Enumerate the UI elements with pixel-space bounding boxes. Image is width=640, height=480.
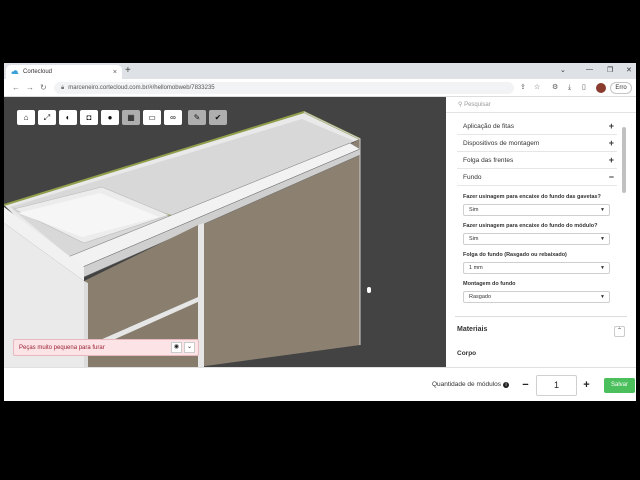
field-label: Folga do fundo (Rasgado ou rebaixado)	[463, 252, 567, 258]
search-input[interactable]: ⚲ Pesquisar	[446, 97, 636, 113]
expand-icon[interactable]: +	[609, 121, 617, 131]
location-pin-icon: ●	[107, 113, 113, 122]
avatar[interactable]	[596, 83, 606, 93]
tab-close-icon[interactable]: ×	[113, 69, 117, 76]
expand-icon[interactable]: +	[609, 138, 617, 148]
chevron-up-icon[interactable]: ⌃	[614, 326, 625, 337]
tab-title: Cortecloud	[23, 69, 53, 75]
url-text: marceneiro.cortecloud.com.br/#/hellomobw…	[68, 85, 215, 91]
forward-icon[interactable]: →	[26, 82, 34, 94]
field-label: Fazer usinagem para encaixe do fundo do …	[463, 223, 598, 229]
profile-error-button[interactable]: Erro	[610, 82, 632, 94]
viewer-toolbar: ⌂ ⤢ ◐ ◘ ● ▦ ▭ ∞ ✎ ✔	[17, 110, 227, 125]
camera-icon: ◘	[86, 113, 92, 122]
save-button[interactable]: Salvar	[604, 378, 635, 393]
expand-icon[interactable]: +	[609, 155, 617, 165]
maximize-icon[interactable]: ❐	[607, 66, 613, 74]
back-icon[interactable]: ←	[12, 82, 20, 94]
tool-fullscreen[interactable]: ⤢	[38, 110, 56, 125]
chevron-down-icon: ▼	[600, 294, 605, 300]
grid-icon: ▦	[127, 113, 135, 122]
section-label: Aplicação de fitas	[463, 122, 514, 130]
tab-bar: Cortecloud × + ⌄ — ❐ ✕	[4, 63, 636, 79]
tab-search-icon[interactable]: ⌄	[560, 66, 566, 74]
tool-check[interactable]: ✔	[209, 110, 227, 125]
divider	[455, 316, 627, 317]
section-aplicacao-de-fitas[interactable]: Aplicação de fitas +	[457, 118, 617, 135]
select-fundo-gavetas[interactable]: Sim ▼	[463, 204, 610, 216]
puzzle-extension-icon[interactable]: ⚙	[552, 83, 558, 93]
mouse-cursor-icon	[367, 287, 371, 293]
collapse-icon[interactable]: −	[609, 172, 617, 182]
info-icon[interactable]: i	[503, 382, 510, 388]
new-tab-button[interactable]: +	[125, 65, 131, 77]
materials-title: Materiais	[457, 326, 488, 333]
tool-contrast[interactable]: ◐	[59, 110, 77, 125]
select-value: Sim	[469, 236, 479, 242]
warning-banner: Peças muito pequena para furar ◉ ⌄	[13, 339, 199, 356]
search-placeholder: Pesquisar	[464, 102, 491, 108]
cabinet-3d-model[interactable]	[4, 97, 446, 367]
browser-window: Cortecloud × + ⌄ — ❐ ✕ ← → ↻ 🔒︎ marceneir…	[4, 63, 636, 401]
select-value: 1 mm	[469, 265, 483, 271]
address-bar: ← → ↻ 🔒︎ marceneiro.cortecloud.com.br/#/h…	[4, 79, 636, 97]
browser-tab[interactable]: Cortecloud ×	[6, 65, 122, 79]
lock-icon: 🔒︎	[61, 85, 65, 91]
select-folga-fundo[interactable]: 1 mm ▼	[463, 262, 610, 274]
pencil-icon: ✎	[193, 113, 201, 122]
warning-text: Peças muito pequena para furar	[19, 344, 105, 351]
share-icon[interactable]: ⇪	[520, 83, 526, 93]
3d-viewport[interactable]: ⌂ ⤢ ◐ ◘ ● ▦ ▭ ∞ ✎ ✔ Peças muito pequena …	[4, 97, 446, 367]
field-label: Montagem do fundo	[463, 281, 516, 287]
tool-glasses[interactable]: ∞	[164, 110, 182, 125]
panel-scrollbar[interactable]	[622, 127, 626, 193]
section-dispositivos-de-montagem[interactable]: Dispositivos de montagem +	[457, 135, 617, 152]
tool-tray[interactable]: ▭	[143, 110, 161, 125]
check-icon: ✔	[214, 113, 222, 122]
select-value: Rasgado	[469, 294, 492, 300]
field-label: Fazer usinagem para encaixe do fundo das…	[463, 194, 601, 200]
quantity-label-text: Quantidade de módulos	[432, 381, 502, 388]
section-label: Folga das frentes	[463, 156, 514, 164]
minimize-icon[interactable]: —	[586, 66, 593, 73]
decrement-button[interactable]: −	[517, 377, 534, 394]
select-fundo-modulo[interactable]: Sim ▼	[463, 233, 610, 245]
home-icon: ⌂	[23, 113, 29, 122]
chevron-down-icon: ▼	[600, 207, 605, 213]
chevron-down-icon[interactable]: ⌄	[184, 342, 195, 353]
cloud-favicon-icon	[11, 70, 19, 74]
eye-icon[interactable]: ◉	[171, 342, 182, 353]
bottom-bar: Quantidade de módulos i − 1 + Salvar	[4, 367, 636, 401]
select-value: Sim	[469, 207, 479, 213]
fullscreen-icon: ⤢	[43, 112, 51, 122]
quantity-input[interactable]: 1	[536, 375, 577, 396]
properties-panel: ⚲ Pesquisar Aplicação de fitas + Disposit…	[446, 97, 636, 367]
corpo-label: Corpo	[457, 350, 477, 357]
tool-home[interactable]: ⌂	[17, 110, 35, 125]
section-folga-das-frentes[interactable]: Folga das frentes +	[457, 152, 617, 169]
section-label: Fundo	[463, 173, 482, 181]
quantity-label: Quantidade de módulos i	[432, 381, 510, 388]
contrast-icon: ◐	[65, 113, 71, 122]
tool-grid[interactable]: ▦	[122, 110, 140, 125]
section-fundo[interactable]: Fundo −	[457, 169, 617, 186]
increment-button[interactable]: +	[578, 377, 595, 394]
chevron-down-icon: ▼	[600, 236, 605, 242]
close-window-icon[interactable]: ✕	[626, 66, 632, 74]
section-label: Dispositivos de montagem	[463, 139, 540, 147]
tool-pencil[interactable]: ✎	[188, 110, 206, 125]
tray-icon: ▭	[148, 113, 156, 122]
chevron-down-icon: ▼	[600, 265, 605, 271]
glasses-icon: ∞	[170, 113, 176, 122]
download-icon[interactable]: ⤓	[568, 83, 571, 93]
select-montagem-fundo[interactable]: Rasgado ▼	[463, 291, 610, 303]
sidebar-icon[interactable]: ▯	[582, 83, 586, 93]
bookmark-star-icon[interactable]: ☆	[534, 83, 540, 93]
reload-icon[interactable]: ↻	[40, 82, 47, 94]
tool-location[interactable]: ●	[101, 110, 119, 125]
url-field[interactable]: 🔒︎ marceneiro.cortecloud.com.br/#/hellomo…	[54, 82, 514, 94]
tool-camera[interactable]: ◘	[80, 110, 98, 125]
